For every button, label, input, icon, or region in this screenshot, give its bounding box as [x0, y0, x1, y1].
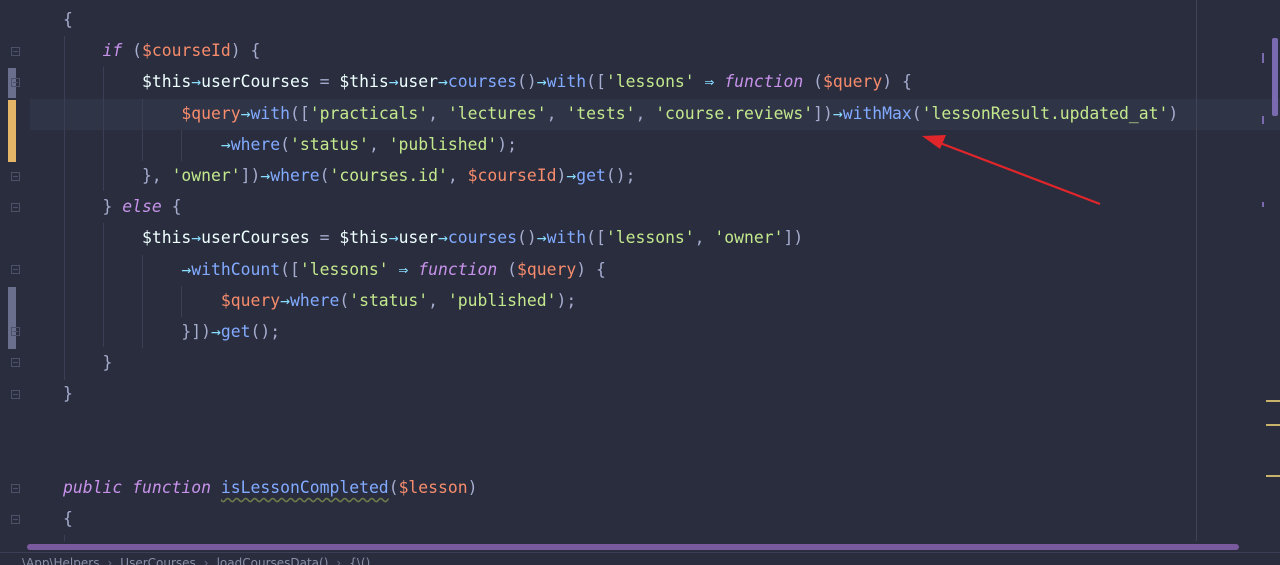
annotation-arrow	[922, 135, 1101, 206]
breadcrumb-separator-icon: ›	[107, 556, 113, 565]
breadcrumb-item-class[interactable]: UserCourses	[120, 556, 196, 565]
breadcrumb-item-method[interactable]: loadCoursesData()	[217, 556, 329, 565]
arrow-head	[922, 135, 946, 149]
breadcrumb-item-closure[interactable]: {\()	[349, 556, 370, 565]
code-editor[interactable]: { if ($courseId) { $this→userCourses = $…	[0, 0, 1280, 541]
arrow-shaft	[939, 141, 1101, 206]
breadcrumb-item-namespace[interactable]: \App\Helpers	[22, 556, 99, 565]
breadcrumb: \App\Helpers › UserCourses › loadCoursesData…	[0, 552, 1280, 565]
horizontal-scrollbar-thumb[interactable]	[27, 544, 1239, 550]
breadcrumb-separator-icon: ›	[203, 556, 209, 565]
breadcrumb-separator-icon: ›	[336, 556, 342, 565]
